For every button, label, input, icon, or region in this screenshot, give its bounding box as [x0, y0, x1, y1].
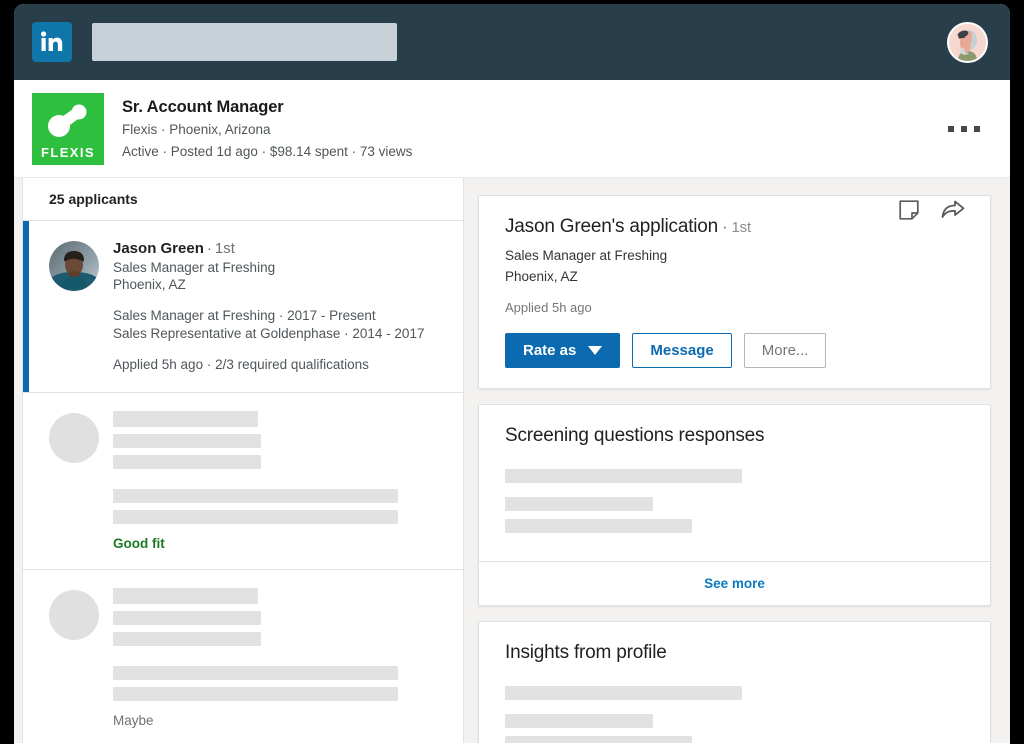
- skeleton-group: [505, 469, 965, 534]
- dot: [974, 125, 980, 132]
- skeleton-bar: [505, 686, 742, 701]
- avatar-placeholder: [49, 590, 99, 641]
- list-item-body: Maybe: [113, 588, 443, 728]
- status-badge: Good fit: [113, 536, 165, 552]
- note-icon[interactable]: [899, 200, 919, 225]
- applicants-count: 25 applicants: [23, 178, 463, 221]
- list-item-body: Jason Green · 1st Sales Manager at Freshin…: [113, 239, 443, 374]
- skeleton-bar: [113, 510, 398, 525]
- application-card: Jason Green's application · 1st Sales Mana…: [478, 195, 991, 390]
- see-more-link[interactable]: See more: [704, 576, 765, 591]
- more-horizontal-icon[interactable]: [948, 125, 980, 132]
- avatar[interactable]: [947, 22, 988, 63]
- dot: [961, 125, 967, 132]
- experience-item: Sales Manager at Freshing · 2017 - Prese…: [113, 308, 376, 324]
- page-title: Sr. Account Manager: [122, 98, 284, 117]
- job-stats: Active · Posted 1d ago · $98.14 spent · …: [122, 143, 413, 159]
- experience-item: Sales Representative at Goldenphase · 20…: [113, 326, 425, 342]
- dot: [948, 125, 954, 132]
- company-logo-text: FLEXIS: [41, 144, 95, 160]
- message-button[interactable]: Message: [632, 333, 732, 369]
- list-item[interactable]: Jason Green · 1st Sales Manager at Freshin…: [23, 221, 463, 394]
- applicant-experience: Sales Manager at Freshing · 2017 - Prese…: [113, 307, 443, 343]
- left-gutter: [14, 178, 22, 743]
- skeleton-bar: [113, 611, 261, 626]
- share-arrow-icon[interactable]: [941, 200, 965, 225]
- skeleton-bar: [505, 736, 692, 743]
- list-item[interactable]: Good fit: [23, 393, 463, 571]
- connection-degree: 1st: [731, 219, 752, 236]
- status-badge: Maybe: [113, 713, 154, 729]
- job-meta: Sr. Account Manager Flexis · Phoenix, Ar…: [122, 96, 412, 161]
- avatar-placeholder: [49, 413, 99, 464]
- skeleton-bar: [113, 632, 261, 647]
- skeleton-bar: [113, 687, 398, 702]
- skeleton-bar: [113, 455, 261, 470]
- search-input[interactable]: [92, 23, 397, 61]
- list-item-body: Good fit: [113, 411, 443, 551]
- rate-as-label: Rate as: [523, 342, 577, 360]
- applicant-location: Phoenix, AZ: [505, 268, 578, 284]
- list-item[interactable]: Maybe: [23, 570, 463, 743]
- top-navigation-bar: [14, 4, 1010, 80]
- applied-timestamp: Applied 5h ago: [505, 300, 592, 316]
- skeleton-bar: [113, 434, 261, 449]
- skeleton-bar: [505, 469, 742, 484]
- separator: ·: [722, 217, 728, 236]
- skeleton-bar: [505, 714, 653, 729]
- chevron-down-icon: [588, 346, 603, 356]
- applicant-headline: Sales Manager at Freshing: [505, 248, 668, 263]
- job-subtitle: Flexis · Phoenix, Arizona: [122, 122, 271, 138]
- job-header: FLEXIS Sr. Account Manager Flexis · Phoe…: [14, 80, 1010, 178]
- main-content: 25 applicants Jason Green · 1st Sales Ma…: [14, 178, 1010, 743]
- insights-card: Insights from profile: [478, 621, 991, 743]
- separator: ·: [206, 240, 212, 257]
- linkedin-logo-icon[interactable]: [32, 22, 72, 62]
- company-logo[interactable]: FLEXIS: [32, 92, 104, 165]
- application-title-line: Jason Green's application · 1st: [505, 216, 965, 238]
- application-detail-pane: Jason Green's application · 1st Sales Mana…: [464, 178, 1010, 743]
- skeleton-bar: [113, 588, 258, 605]
- applicant-name-line: Jason Green · 1st: [113, 239, 443, 259]
- card-footer: See more: [479, 561, 990, 605]
- card-title: Insights from profile: [505, 642, 667, 664]
- skeleton-bar: [113, 666, 398, 681]
- skeleton-bar: [113, 411, 258, 428]
- skeleton-bar: [505, 519, 692, 534]
- applicant-location: Phoenix, AZ: [113, 277, 186, 293]
- avatar: [49, 241, 99, 291]
- applicant-list-panel: 25 applicants Jason Green · 1st Sales Ma…: [22, 178, 464, 743]
- applicant-name: Jason Green: [113, 240, 204, 257]
- card-actions: [899, 200, 965, 225]
- applicant-applied-info: Applied 5h ago · 2/3 required qualificat…: [113, 357, 369, 373]
- connection-degree: 1st: [214, 240, 235, 257]
- applicant-headline: Sales Manager at Freshing: [113, 259, 276, 275]
- more-button[interactable]: More...: [743, 333, 827, 369]
- skeleton-bar: [113, 489, 398, 504]
- flexis-mark-icon: [43, 102, 93, 143]
- app-window: FLEXIS Sr. Account Manager Flexis · Phoe…: [14, 4, 1010, 744]
- action-buttons: Rate as Message More...: [505, 333, 965, 369]
- rate-as-button[interactable]: Rate as: [505, 333, 621, 369]
- card-title: Screening questions responses: [505, 425, 765, 447]
- skeleton-group: [505, 686, 965, 743]
- application-title: Jason Green's application: [505, 216, 719, 237]
- screening-questions-card: Screening questions responses See more: [478, 404, 991, 607]
- skeleton-bar: [505, 497, 653, 512]
